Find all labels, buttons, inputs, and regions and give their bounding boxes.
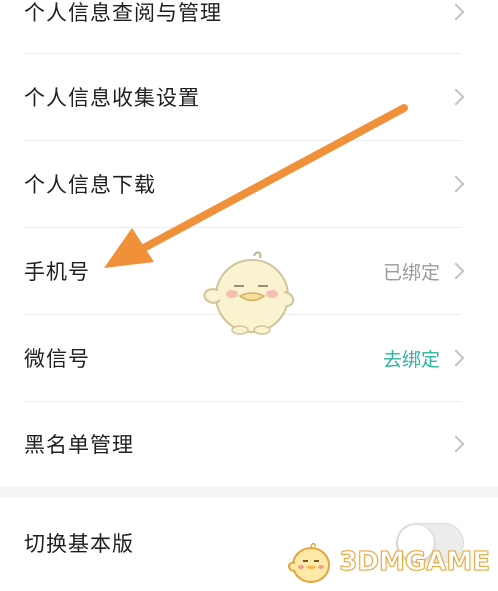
row-label: 个人信息下载 [24, 173, 156, 197]
chevron-right-icon [447, 262, 465, 280]
chevron-right-icon [447, 3, 465, 21]
watermark-text: 3DMGAME [339, 547, 491, 578]
row-label: 手机号 [24, 260, 90, 284]
chevron-right-icon [447, 175, 465, 193]
mascot-logo-icon [288, 542, 331, 583]
row-personal-info-download[interactable]: 个人信息下载 [0, 141, 498, 227]
row-label: 个人信息查阅与管理 [24, 1, 222, 25]
row-label: 个人信息收集设置 [24, 86, 200, 110]
wechat-bind-link[interactable]: 去绑定 [383, 345, 440, 372]
section-separator [0, 486, 498, 498]
mascot-watermark-icon [203, 251, 295, 335]
row-label: 黑名单管理 [24, 433, 134, 457]
row-blacklist[interactable]: 黑名单管理 [0, 402, 498, 486]
chevron-right-icon [447, 88, 465, 106]
row-label: 微信号 [24, 347, 90, 371]
row-label: 切换基本版 [24, 532, 134, 556]
chevron-right-icon [447, 349, 465, 367]
row-personal-info-collection[interactable]: 个人信息收集设置 [0, 54, 498, 140]
phone-bound-status: 已绑定 [382, 261, 440, 284]
row-personal-info-manage[interactable]: 个人信息查阅与管理 [0, 0, 498, 32]
brand-watermark: 3DMGAME [285, 539, 490, 585]
chevron-right-icon [447, 435, 465, 453]
